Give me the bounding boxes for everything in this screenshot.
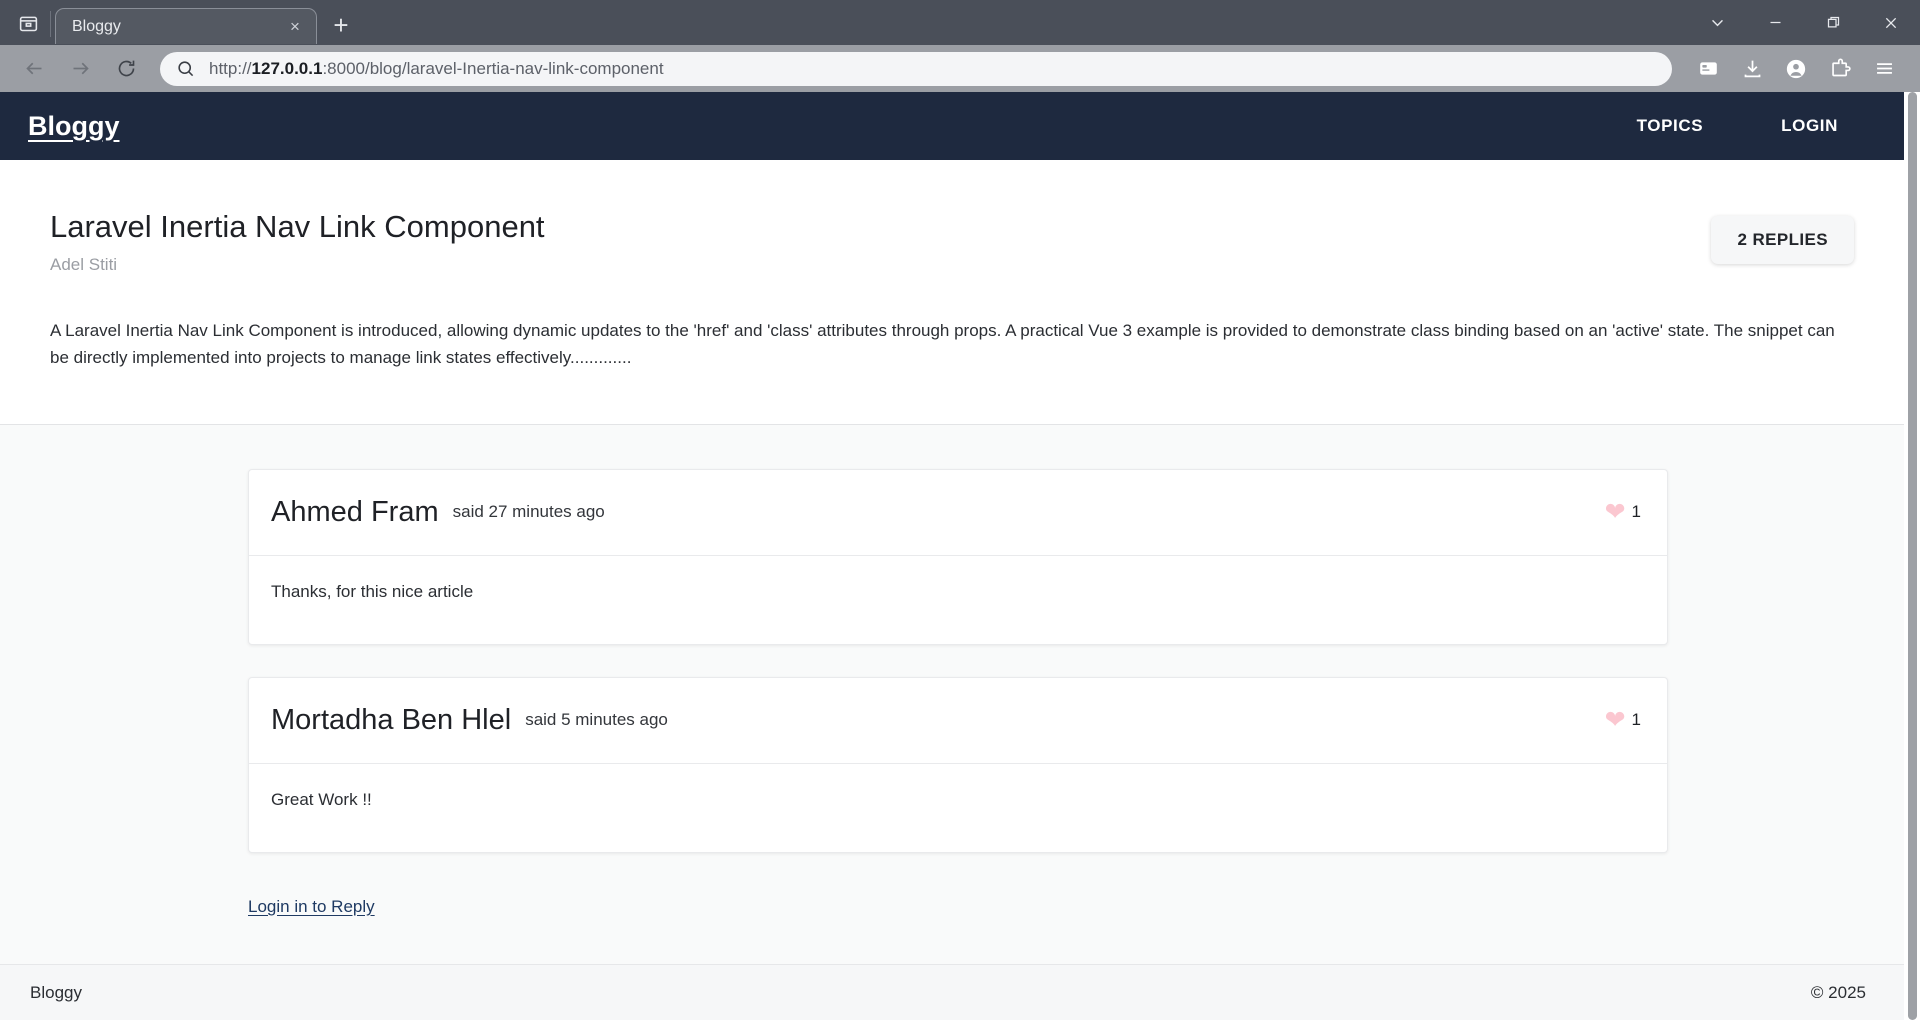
comment-author: Mortadha Ben Hlel [271,703,512,736]
article-title-wrap: Laravel Inertia Nav Link Component Adel … [50,208,1711,275]
minimize-icon[interactable] [1746,0,1804,45]
browser-tab[interactable]: Bloggy × [55,8,317,44]
comment-body: Great Work !! [271,789,372,809]
login-to-reply-link[interactable]: Login in to Reply [248,897,375,917]
search-icon [176,59,195,78]
article-section: Laravel Inertia Nav Link Component Adel … [0,160,1904,425]
download-icon[interactable] [1730,47,1774,91]
url-text: http://127.0.0.1:8000/blog/laravel-Inert… [209,59,664,79]
back-arrow-icon[interactable] [14,49,54,89]
nav-link-login[interactable]: LOGIN [1781,116,1838,136]
article-header: Laravel Inertia Nav Link Component Adel … [50,208,1854,275]
scrollbar-thumb[interactable] [1908,92,1917,1020]
comment-header: Ahmed Fram said 27 minutes ago ❤ 1 [249,470,1667,556]
address-bar[interactable]: http://127.0.0.1:8000/blog/laravel-Inert… [160,51,1672,86]
footer-copyright: © 2025 [1810,982,1866,1002]
site-logo[interactable]: Bloggy [28,111,120,142]
browser-toolbar: http://127.0.0.1:8000/blog/laravel-Inert… [0,45,1920,92]
window-controls [1688,0,1920,45]
like-control[interactable]: ❤ 1 [1605,707,1641,733]
site-header: Bloggy TOPICS LOGIN [0,92,1904,160]
tab-divider [50,11,51,37]
like-count: 1 [1631,710,1641,730]
site-footer: Bloggy © 2025 [0,964,1904,1020]
extensions-icon[interactable] [1818,47,1862,91]
article-author: Adel Stiti [50,254,118,274]
chevron-down-icon[interactable] [1688,0,1746,45]
site-nav: TOPICS LOGIN [1637,116,1876,136]
wallet-icon[interactable] [1686,47,1730,91]
comment-timestamp: said 27 minutes ago [452,502,605,522]
page-title: Laravel Inertia Nav Link Component [50,209,545,244]
browser-window: Bloggy × + http://127.0.0.1:8000/blog/la… [0,0,1920,1020]
replies-badge[interactable]: 2 REPLIES [1711,216,1854,264]
comment-header: Mortadha Ben Hlel said 5 minutes ago ❤ 1 [249,678,1667,764]
comment-body: Thanks, for this nice article [271,581,474,601]
maximize-icon[interactable] [1804,0,1862,45]
web-page: Bloggy TOPICS LOGIN Laravel Inertia Nav … [0,92,1904,1020]
tab-strip: Bloggy × + [0,0,1920,45]
heart-icon[interactable]: ❤ [1605,499,1626,525]
comment-card: Ahmed Fram said 27 minutes ago ❤ 1 Thank… [248,468,1668,645]
url-scheme: http:// [209,58,252,78]
new-tab-button[interactable]: + [323,7,359,43]
tab-title: Bloggy [72,17,121,35]
page-viewport: Bloggy TOPICS LOGIN Laravel Inertia Nav … [0,92,1920,1020]
comment-timestamp: said 5 minutes ago [525,710,668,730]
close-window-icon[interactable] [1862,0,1920,45]
nav-link-topics[interactable]: TOPICS [1637,116,1704,136]
comments-section: Ahmed Fram said 27 minutes ago ❤ 1 Thank… [0,424,1904,964]
comments-list: Ahmed Fram said 27 minutes ago ❤ 1 Thank… [248,468,1668,917]
like-control[interactable]: ❤ 1 [1605,499,1641,525]
article-body: A Laravel Inertia Nav Link Component is … [50,320,1835,368]
url-path: :8000/blog/laravel-Inertia-nav-link-comp… [322,58,664,78]
reload-icon[interactable] [106,49,146,89]
page-scrollbar[interactable] [1904,92,1920,1020]
tab-search-icon[interactable] [6,1,50,45]
heart-icon[interactable]: ❤ [1605,707,1626,733]
footer-brand: Bloggy [30,982,82,1002]
forward-arrow-icon[interactable] [60,49,100,89]
url-host: 127.0.0.1 [251,58,323,78]
menu-icon[interactable] [1862,47,1906,91]
close-icon[interactable]: × [284,16,306,38]
comment-author: Ahmed Fram [271,495,439,528]
comment-card: Mortadha Ben Hlel said 5 minutes ago ❤ 1… [248,676,1668,853]
profile-icon[interactable] [1774,47,1818,91]
like-count: 1 [1631,502,1641,522]
